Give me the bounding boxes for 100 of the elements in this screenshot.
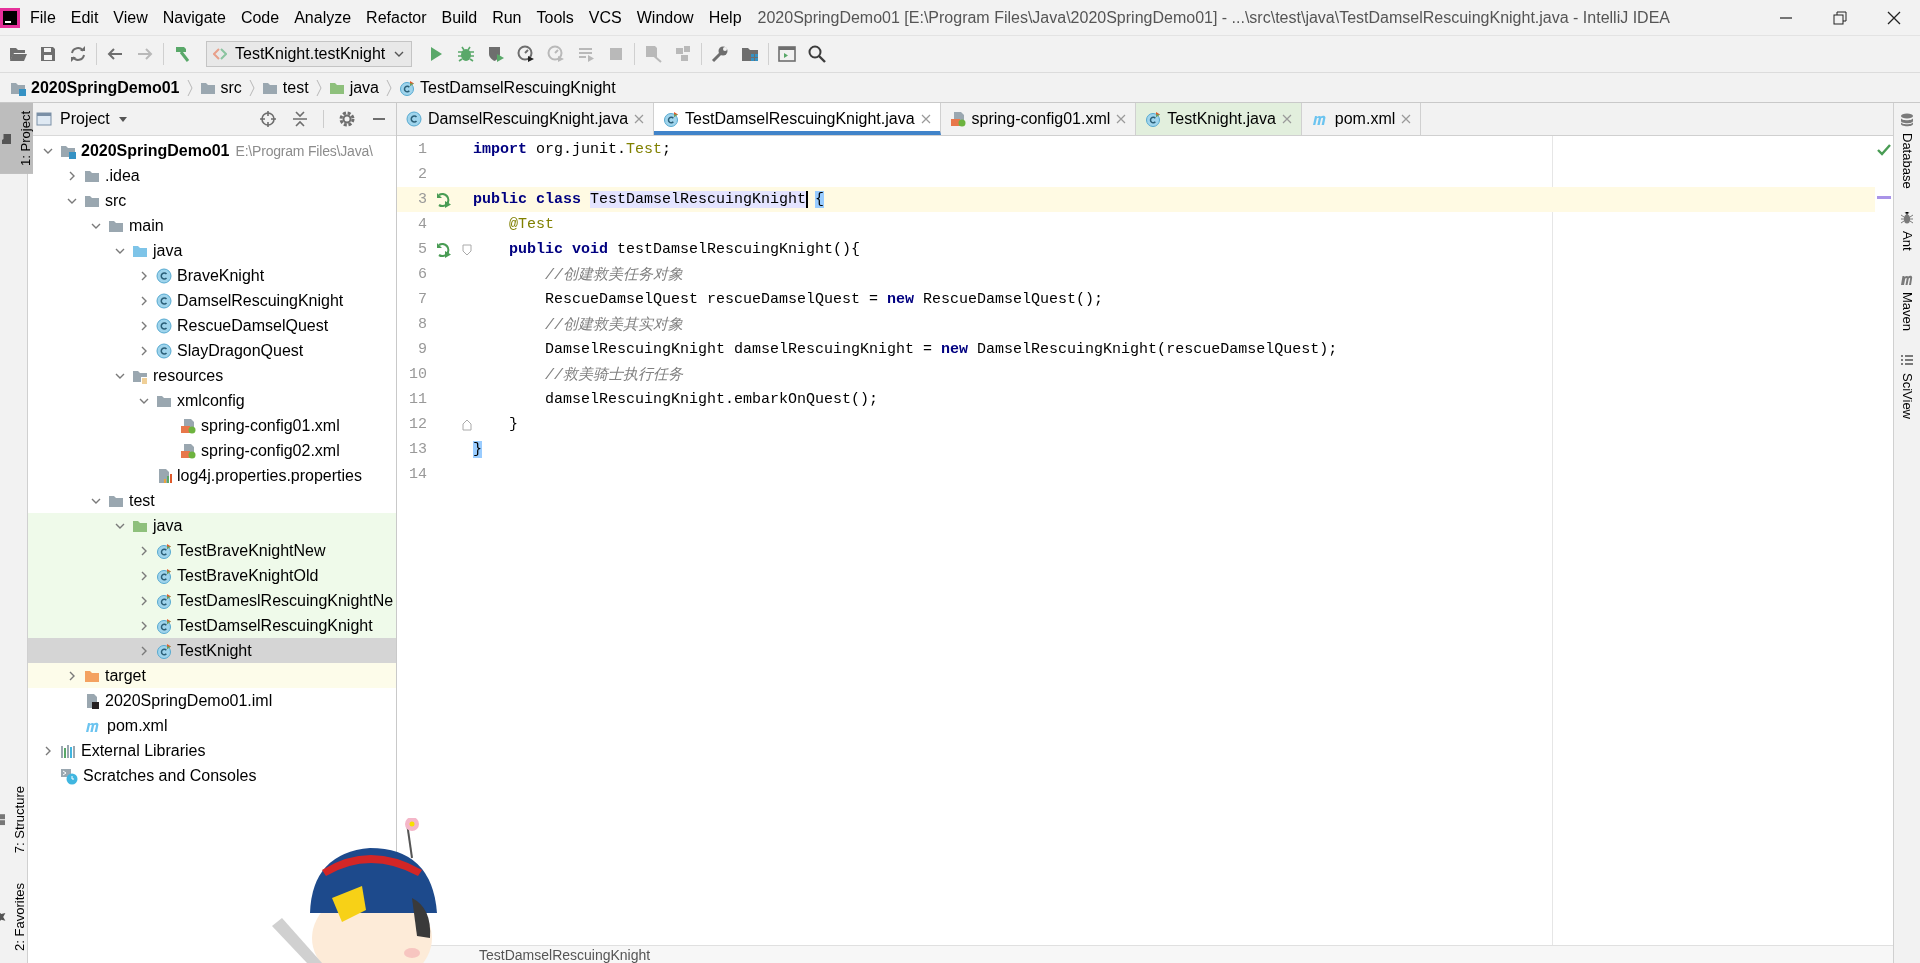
tree-item[interactable]: TestKnight [177, 641, 252, 660]
run-configuration-dropdown[interactable]: TestKnight.testKnight [206, 41, 413, 67]
tool-window-tab[interactable]: Database [1899, 113, 1915, 189]
line-number: 14 [408, 466, 427, 483]
test-class-icon [156, 642, 172, 659]
chevron-separator-icon [185, 77, 194, 98]
scratch-file-icon [60, 766, 78, 785]
line-number: 1 [417, 141, 427, 158]
usage-marker[interactable] [1877, 196, 1891, 199]
line-number: 5 [417, 241, 427, 258]
tool-window-tab[interactable]: Ant [1899, 210, 1915, 251]
menu-item[interactable]: Run [486, 8, 528, 27]
menu-item[interactable]: Build [435, 8, 484, 27]
tree-item[interactable]: pom.xml [107, 716, 168, 735]
chevron-separator-icon [314, 77, 323, 98]
search-icon[interactable] [807, 44, 828, 64]
save-icon[interactable] [38, 44, 58, 64]
tree-item[interactable]: RescueDamselQuest [177, 316, 329, 335]
bug-icon[interactable] [456, 44, 477, 64]
menu-item[interactable]: VCS [582, 8, 628, 27]
menu-item[interactable]: Help [702, 8, 748, 27]
class-icon [156, 267, 172, 284]
project-view-dropdown[interactable]: Project [60, 110, 128, 128]
window-title: 2020SpringDemo01 [E:\Program Files\Java\2020SpringDemo01] - ...\src\test\java\TestDamselRescuingKnight.java - IntelliJ IDEA [757, 8, 1671, 27]
app-logo-icon [0, 7, 20, 28]
tree-item[interactable]: 2020SpringDemo01 [81, 141, 230, 160]
spring-file-icon [180, 442, 196, 459]
menu-item[interactable]: Navigate [156, 8, 232, 27]
tree-item[interactable]: src [105, 191, 127, 210]
spring-file-icon [949, 111, 966, 127]
menu-item[interactable]: Window [630, 8, 700, 27]
tool-window-tab[interactable]: SciView [1899, 353, 1915, 420]
tree-item[interactable]: SlayDragonQuest [177, 341, 304, 360]
tree-item[interactable]: spring-config01.xml [201, 416, 340, 435]
dropdown-caret-icon [117, 114, 128, 124]
menu-item[interactable]: Tools [530, 8, 580, 27]
tree-item[interactable]: xmlconfig [177, 391, 245, 410]
run-test-icon[interactable] [436, 241, 452, 258]
tree-item[interactable]: BraveKnight [177, 266, 265, 285]
terminal-icon[interactable] [777, 44, 798, 64]
breadcrumb-item[interactable]: TestDamselRescuingKnight [420, 78, 616, 97]
menu-item[interactable]: View [107, 8, 154, 27]
close-icon[interactable] [1886, 9, 1902, 26]
panel-icon [36, 111, 52, 127]
menu-item[interactable]: Analyze [288, 8, 358, 27]
sync-icon[interactable] [68, 44, 88, 64]
tool-window-tab[interactable]: 2: Favorites [0, 875, 27, 959]
menu-item[interactable]: File [24, 8, 62, 27]
tree-item[interactable]: java [153, 241, 183, 260]
code-line: public void testDamselRescuingKnight(){ [508, 241, 861, 258]
test-class-icon [663, 111, 680, 127]
tree-item[interactable]: main [129, 216, 164, 235]
restore-icon[interactable] [1832, 9, 1848, 26]
tool-window-tab[interactable]: 7: Structure [0, 777, 27, 862]
breadcrumb-item[interactable]: java [349, 78, 379, 97]
menu-item[interactable]: Edit [64, 8, 105, 27]
tool-window-tab[interactable]: 1: Project [0, 103, 33, 174]
locate-icon[interactable] [259, 110, 277, 128]
test-class-icon [156, 617, 172, 634]
tree-item[interactable]: log4j.properties.properties [177, 466, 362, 485]
line-number: 10 [408, 366, 427, 383]
code-line: } [508, 416, 518, 433]
tree-item[interactable]: External Libraries [81, 741, 206, 760]
editor-tab[interactable]: TestKnight.java [1136, 103, 1302, 135]
menu-item[interactable]: Refactor [360, 8, 433, 27]
settings-icon[interactable] [338, 110, 356, 128]
class-icon [156, 342, 172, 359]
chevron-separator-icon [385, 77, 393, 98]
tree-item[interactable]: Scratches and Consoles [83, 766, 257, 785]
test-class-icon [156, 567, 172, 584]
tree-item[interactable]: DamselRescuingKnight [177, 291, 344, 310]
tree-item[interactable]: test [129, 491, 155, 510]
fold-marker-icon[interactable] [462, 418, 472, 431]
test-class-icon [156, 592, 172, 609]
class-icon [156, 317, 172, 334]
breadcrumb-item[interactable]: 2020SpringDemo01 [31, 78, 180, 97]
editor-tab[interactable]: TestDamselRescuingKnight.java [654, 103, 941, 135]
tree-item[interactable]: spring-config02.xml [201, 441, 340, 460]
line-number: 11 [408, 391, 427, 408]
code-line: DamselRescuingKnight damselRescuingKnight = new DamselRescuingKnight(rescueDamselQuest); [544, 341, 1338, 358]
project-path: E:\Program Files\Java\ [235, 142, 373, 159]
run-test-icon[interactable] [436, 191, 452, 208]
breadcrumb-item[interactable]: TestDamselRescuingKnight [479, 946, 651, 963]
breadcrumb-item[interactable]: test [282, 78, 309, 97]
tree-item[interactable]: 2020SpringDemo01.iml [105, 691, 273, 710]
editor-tab[interactable]: pom.xml [1301, 103, 1422, 135]
breadcrumb-item[interactable]: src [220, 78, 242, 97]
line-number: 7 [417, 291, 427, 308]
tree-item[interactable]: java [153, 516, 183, 535]
tree-item[interactable]: target [105, 666, 146, 685]
test-class-icon [399, 79, 415, 96]
properties-file-icon [156, 467, 172, 484]
fold-marker-icon[interactable] [462, 243, 472, 256]
menu-item[interactable]: Code [234, 8, 286, 27]
tool-window-tab[interactable]: Maven [1899, 272, 1915, 332]
collapse-all-icon[interactable] [291, 110, 309, 128]
class-icon [406, 111, 422, 127]
tree-item[interactable]: resources [153, 366, 224, 385]
check-icon[interactable] [1877, 144, 1891, 156]
tree-item[interactable]: .idea [105, 166, 140, 185]
